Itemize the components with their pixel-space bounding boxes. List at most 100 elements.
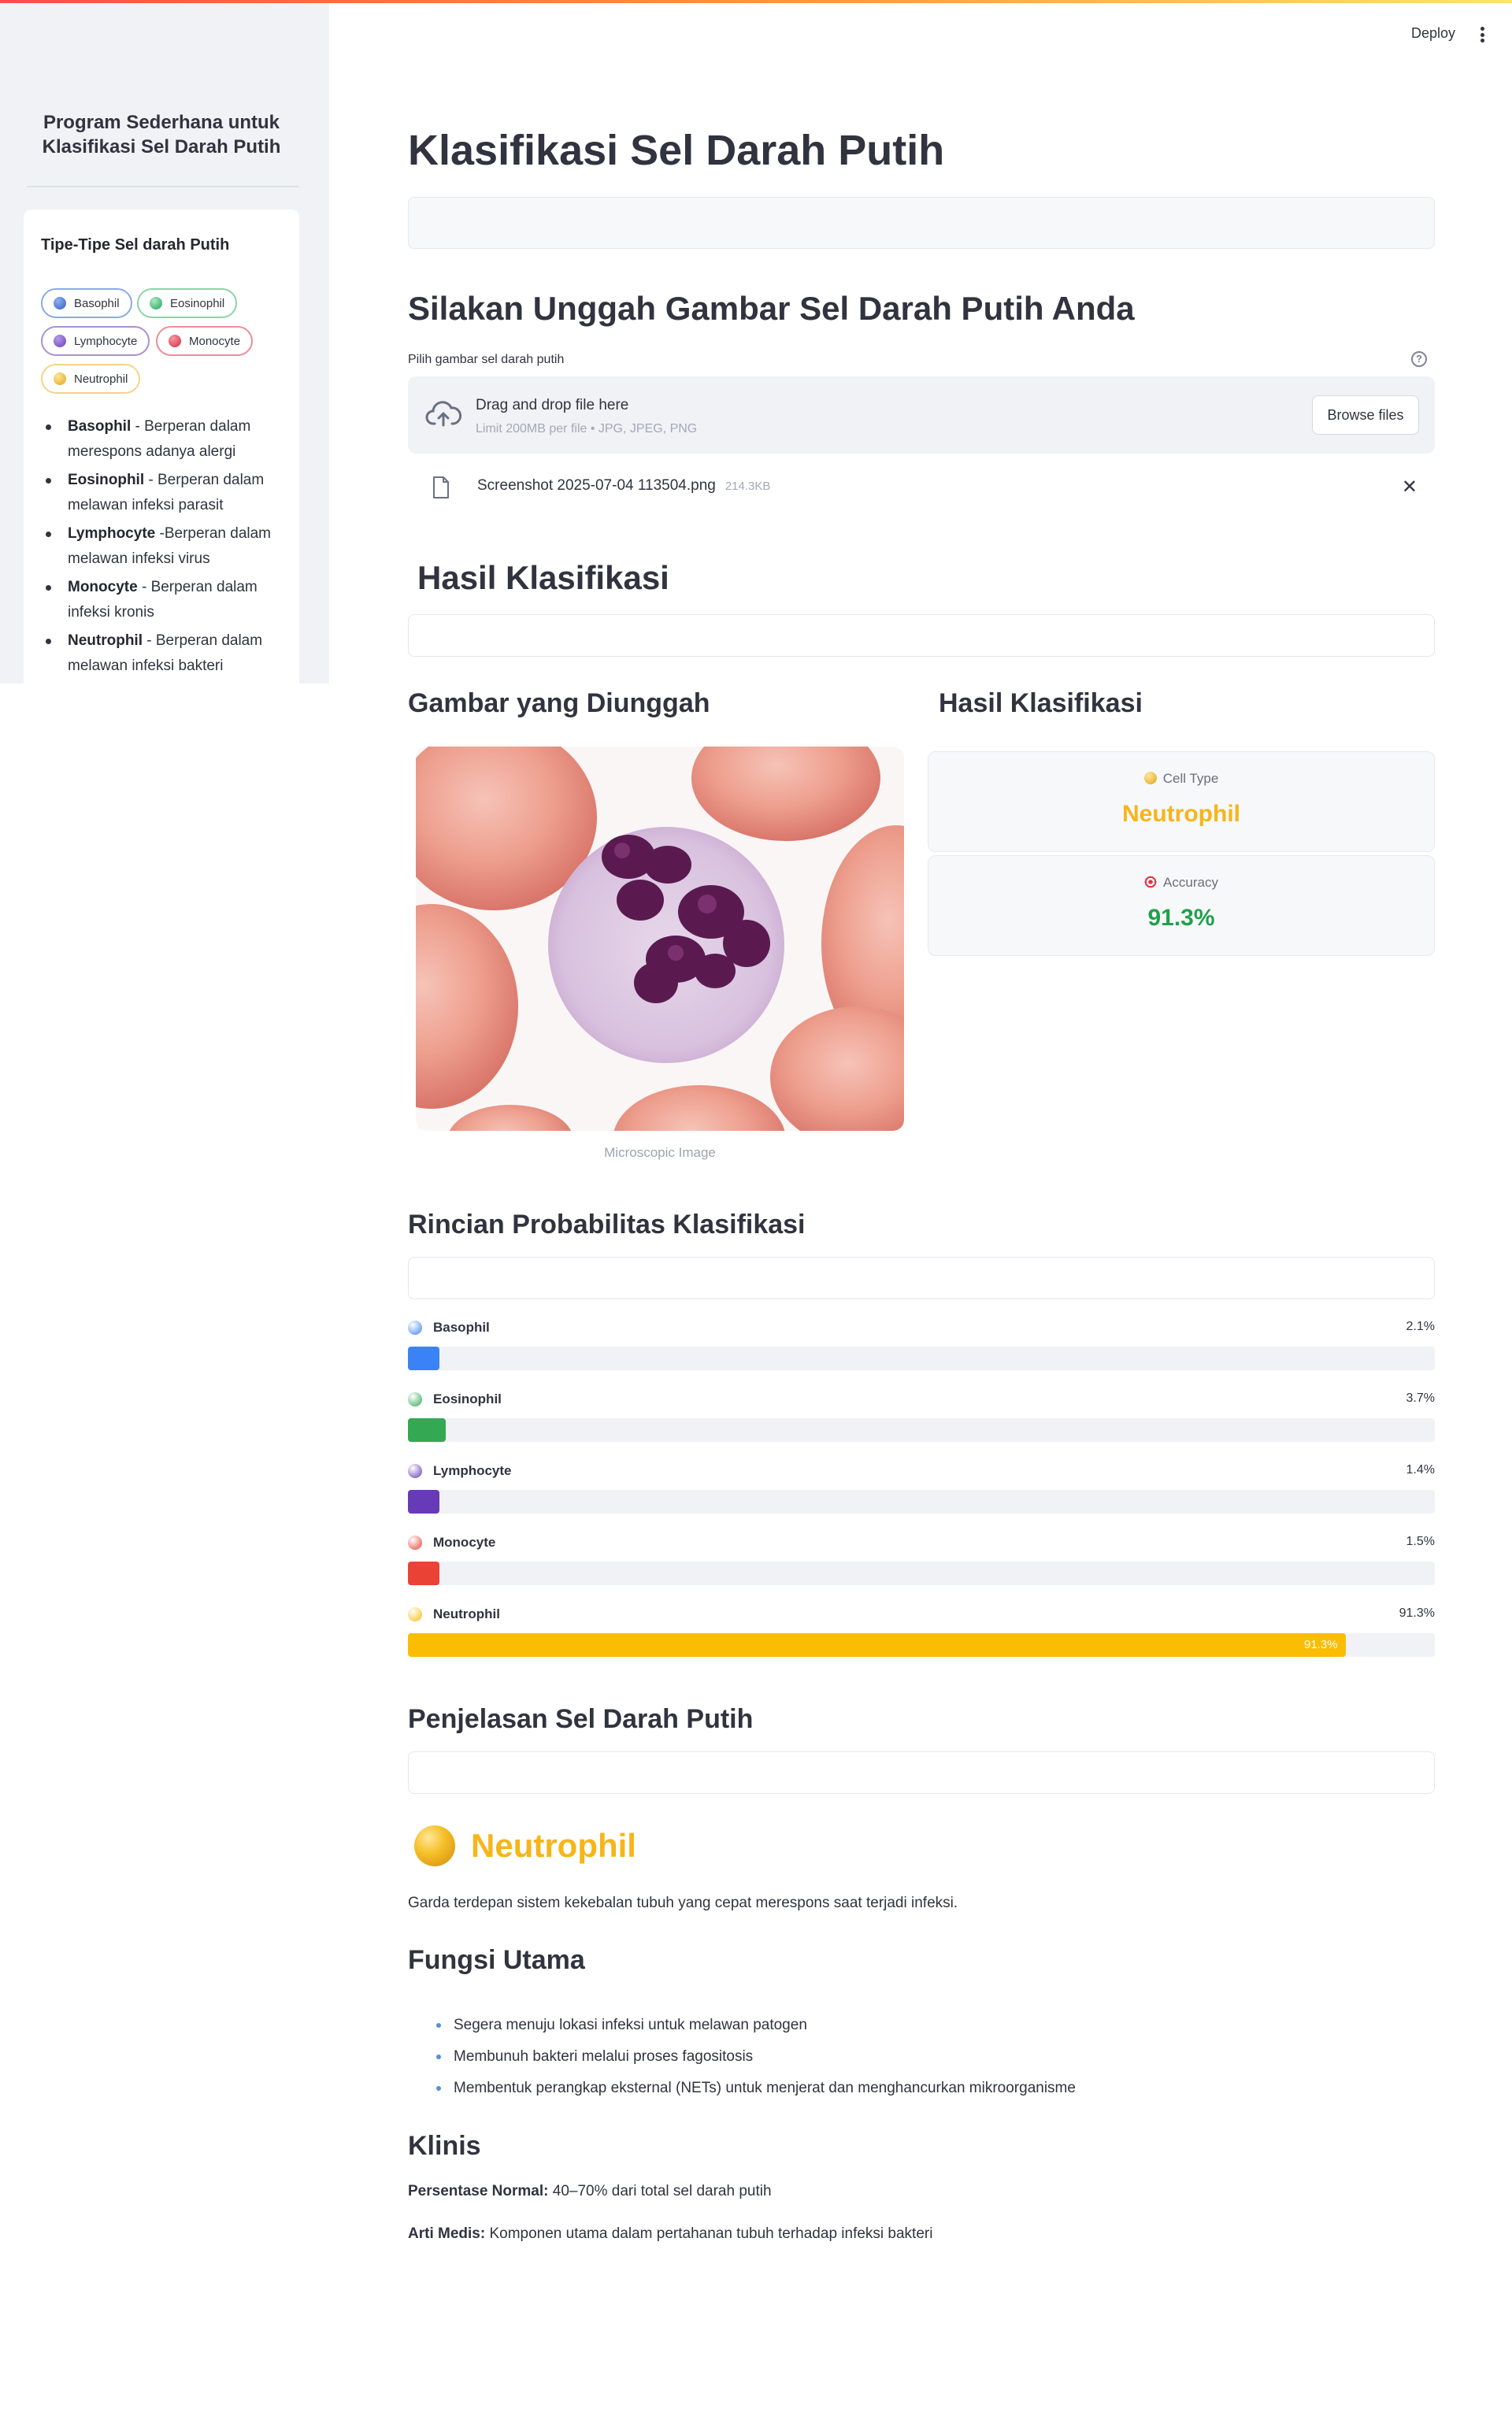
- uploaded-cell-image: [416, 747, 904, 1131]
- medical-meaning: Arti Medis: Komponen utama dalam pertaha…: [408, 2225, 933, 2242]
- main-menu-icon[interactable]: [1474, 24, 1490, 46]
- file-size: 214.3KB: [724, 480, 771, 493]
- basophil-dot-icon: [408, 1321, 422, 1335]
- chip-label: Lymphocyte: [74, 334, 138, 348]
- accuracy-label: Accuracy: [928, 875, 1434, 891]
- probability-row-monocyte: Monocyte 1.5%: [408, 1535, 1435, 1606]
- list-item: Basophil - Berperan dalam merespons adan…: [41, 414, 293, 465]
- accuracy-metric: Accuracy 91.3%: [928, 855, 1435, 956]
- probability-track: [408, 1562, 1435, 1585]
- probability-name: Lymphocyte: [408, 1463, 512, 1479]
- probabilities-heading: Rincian Probabilitas Klasifikasi: [408, 1210, 806, 1239]
- cell-type-descriptions: Basophil - Berperan dalam merespons adan…: [41, 414, 293, 682]
- chip-label: Monocyte: [189, 334, 241, 348]
- list-item: Lymphocyte -Berperan dalam melawan infek…: [41, 521, 293, 572]
- list-item: Monocyte - Berperan dalam infeksi kronis: [41, 575, 293, 625]
- chip-basophil: Basophil: [41, 288, 132, 318]
- probability-name: Monocyte: [408, 1535, 495, 1551]
- chip-neutrophil: Neutrophil: [41, 364, 141, 394]
- probability-name: Eosinophil: [408, 1391, 502, 1407]
- probability-track: [408, 1490, 1435, 1514]
- probability-row-eosinophil: Eosinophil 3.7%: [408, 1391, 1435, 1462]
- probability-track: [408, 1418, 1435, 1442]
- chip-lymphocyte: Lymphocyte: [41, 326, 150, 356]
- cell-types-title: Tipe-Tipe Sel darah Putih: [41, 236, 230, 254]
- chip-monocyte: Monocyte: [156, 326, 254, 356]
- browse-files-button[interactable]: Browse files: [1312, 395, 1419, 435]
- probability-percent: 1.4%: [1406, 1463, 1435, 1477]
- probability-percent: 3.7%: [1406, 1391, 1435, 1405]
- chip-label: Eosinophil: [170, 296, 225, 310]
- neutrophil-dot-icon: [408, 1607, 422, 1621]
- cell-types-card: Tipe-Tipe Sel darah Putih Basophil Eosin…: [24, 209, 299, 713]
- microscopic-image: [416, 747, 904, 1131]
- deploy-button[interactable]: Deploy: [1411, 25, 1455, 42]
- probability-bar: [408, 1490, 439, 1514]
- remove-file-close-icon[interactable]: ✕: [1402, 476, 1418, 498]
- result-heading: Hasil Klasifikasi: [939, 688, 1143, 718]
- monocyte-dot-icon: [408, 1536, 422, 1550]
- clinical-heading: Klinis: [408, 2131, 481, 2161]
- sidebar-title: Program Sederhana untuk Klasifikasi Sel …: [42, 112, 281, 157]
- cell-summary: Garda terdepan sistem kekebalan tubuh ya…: [408, 1895, 958, 1911]
- uploaded-image-heading: Gambar yang Diunggah: [408, 688, 710, 718]
- chip-label: Neutrophil: [74, 372, 128, 386]
- probability-bar-label: 91.3%: [1304, 1638, 1338, 1651]
- cell-explanation-title: Neutrophil: [414, 1825, 636, 1866]
- functions-list: Segera menuju lokasi infeksi untuk melaw…: [436, 2010, 1076, 2104]
- explanation-heading: Penjelasan Sel Darah Putih: [408, 1704, 754, 1734]
- empty-container: [408, 1257, 1435, 1299]
- probability-row-basophil: Basophil 2.1%: [408, 1320, 1435, 1391]
- file-name-text: Screenshot 2025-07-04 113504.png: [477, 477, 716, 494]
- probability-row-neutrophil: Neutrophil 91.3% 91.3%: [408, 1606, 1435, 1677]
- cell-type-ball-icon: [1143, 772, 1157, 784]
- empty-container: [408, 1751, 1435, 1794]
- sidebar-divider: [27, 186, 299, 187]
- probability-bar: 91.3%: [408, 1633, 1346, 1657]
- accuracy-value: 91.3%: [1147, 905, 1215, 931]
- cell-type-metric: Cell Type Neutrophil: [928, 751, 1435, 852]
- cell-type-value: Neutrophil: [1122, 801, 1240, 827]
- results-heading: Hasil Klasifikasi: [417, 559, 669, 596]
- probability-name: Neutrophil: [408, 1606, 500, 1622]
- target-icon: [1144, 876, 1158, 888]
- file-dropzone[interactable]: Drag and drop file here Limit 200MB per …: [408, 376, 1435, 454]
- probability-track: [408, 1347, 1435, 1370]
- functions-heading: Fungsi Utama: [408, 1945, 585, 1975]
- probability-row-lymphocyte: Lymphocyte 1.4%: [408, 1463, 1435, 1534]
- list-item: Neutrophil - Berperan dalam melawan infe…: [41, 628, 293, 679]
- probability-percent: 91.3%: [1399, 1606, 1435, 1620]
- cell-name: Neutrophil: [471, 1827, 636, 1864]
- lymphocyte-dot-icon: [54, 335, 66, 347]
- cell-type-label: Cell Type: [928, 771, 1434, 787]
- image-caption: Microscopic Image: [604, 1145, 716, 1160]
- dropzone-title: Drag and drop file here: [476, 397, 629, 413]
- probability-percent: 2.1%: [1406, 1320, 1435, 1333]
- neutrophil-ball-icon: [414, 1825, 455, 1866]
- probability-track: 91.3%: [408, 1633, 1435, 1657]
- upload-heading: Silakan Unggah Gambar Sel Darah Putih An…: [408, 290, 1135, 327]
- list-item: Eosinophil - Berperan dalam melawan infe…: [41, 468, 293, 518]
- lymphocyte-dot-icon: [408, 1464, 422, 1478]
- normal-percentage: Persentase Normal: 40–70% dari total sel…: [408, 2183, 772, 2199]
- empty-container: [408, 614, 1435, 657]
- probability-name: Basophil: [408, 1320, 490, 1336]
- probability-bar: [408, 1562, 439, 1585]
- file-icon: [433, 476, 449, 498]
- list-item: Membentuk perangkap eksternal (NETs) unt…: [436, 2073, 1076, 2104]
- cloud-upload-icon: [425, 401, 461, 427]
- probability-bar: [408, 1418, 447, 1442]
- empty-container: [408, 197, 1435, 249]
- list-item: Membunuh bakteri melalui proses fagosito…: [436, 2041, 1076, 2073]
- neutrophil-dot-icon: [54, 372, 66, 385]
- eosinophil-dot-icon: [408, 1392, 422, 1406]
- help-icon[interactable]: ?: [1411, 351, 1427, 367]
- dropzone-limit-text: Limit 200MB per file • JPG, JPEG, PNG: [476, 422, 698, 435]
- page-title: Klasifikasi Sel Darah Putih: [408, 127, 945, 174]
- chip-eosinophil: Eosinophil: [137, 288, 238, 318]
- probability-percent: 1.5%: [1406, 1535, 1435, 1548]
- file-name: Screenshot 2025-07-04 113504.png 214.3KB: [477, 477, 770, 495]
- basophil-dot-icon: [54, 297, 66, 309]
- uploaded-file-row: Screenshot 2025-07-04 113504.png 214.3KB …: [408, 466, 1435, 507]
- upload-label: Pilih gambar sel darah putih: [408, 353, 565, 366]
